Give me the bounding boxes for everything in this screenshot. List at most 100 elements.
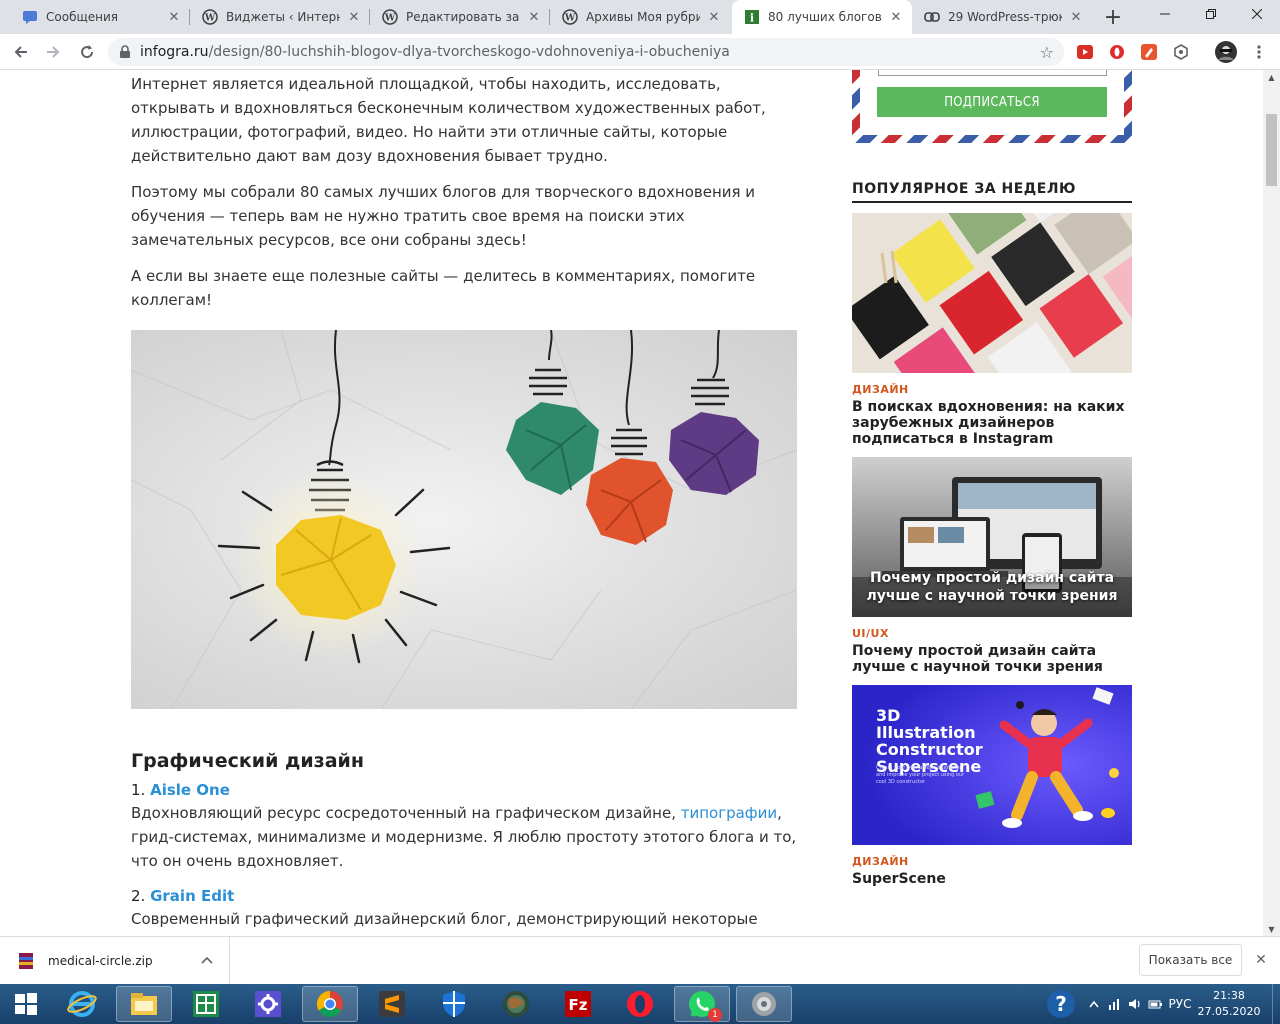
show-desktop-button[interactable]	[1272, 984, 1280, 1024]
minimize-button[interactable]	[1142, 0, 1188, 28]
card-1-title[interactable]: В поисках вдохновения: на каких зарубежн…	[852, 399, 1132, 447]
card-1-thumbnail[interactable]	[852, 213, 1132, 373]
tab-messages[interactable]: Сообщения ✕	[10, 0, 190, 34]
svg-text:W: W	[384, 14, 396, 24]
clock-date: 27.05.2020	[1197, 1005, 1261, 1018]
winrar-archive-icon	[18, 953, 34, 969]
address-bar[interactable]: infogra.ru/design/80-luchshih-blogov-dly…	[108, 38, 1064, 66]
tab-wordpress-tricks[interactable]: 29 WordPress-трюков ✕	[912, 0, 1092, 34]
close-icon[interactable]: ✕	[706, 9, 722, 25]
excel-icon[interactable]	[178, 986, 234, 1022]
internet-explorer-icon[interactable]	[54, 986, 110, 1022]
tab-edit-post[interactable]: W Редактировать запис ✕	[370, 0, 550, 34]
link-icon	[924, 9, 940, 25]
opera-icon[interactable]	[612, 986, 668, 1022]
card-3-title[interactable]: SuperScene	[852, 871, 1132, 887]
sublime-text-icon[interactable]	[364, 986, 420, 1022]
tab-label: Архивы Моя рубрика	[586, 10, 700, 24]
popular-card-2[interactable]: Почему простой дизайн сайта лучше с науч…	[852, 457, 1132, 675]
card-2-category[interactable]: UI/UX	[852, 627, 1132, 640]
tab-widgets[interactable]: W Виджеты ‹ Интернет ✕	[190, 0, 370, 34]
bookmark-star-icon[interactable]: ☆	[1040, 43, 1054, 62]
whatsapp-unread-badge: 1	[708, 1008, 722, 1022]
windows-start-button[interactable]	[0, 984, 52, 1024]
popular-card-3[interactable]: 3D Illustration Constructor Superscene C…	[852, 685, 1132, 887]
reload-button[interactable]	[74, 40, 100, 64]
speaker-app-icon[interactable]	[736, 986, 792, 1022]
settings-gear-icon[interactable]	[240, 986, 296, 1022]
scroll-up-arrow[interactable]: ▲	[1263, 70, 1280, 84]
close-icon[interactable]: ✕	[346, 9, 362, 25]
close-icon[interactable]: ✕	[1068, 9, 1084, 25]
restore-button[interactable]	[1188, 0, 1234, 28]
windows-defender-icon[interactable]	[426, 986, 482, 1022]
tray-expand-chevron-icon[interactable]	[1086, 984, 1102, 1024]
forward-button[interactable]	[40, 40, 66, 64]
chrome-icon[interactable]	[302, 986, 358, 1022]
battery-icon[interactable]	[1146, 984, 1164, 1024]
ext-red-play-icon[interactable]	[1076, 43, 1094, 61]
windows-taskbar: Fz 1 ? РУС 21:38 27.05.2020	[0, 984, 1280, 1024]
download-bar: medical-circle.zip Показать все ✕	[0, 936, 1280, 985]
scroll-down-arrow[interactable]: ▼	[1263, 922, 1280, 936]
article-content: Интернет является идеальной площадкой, ч…	[131, 70, 801, 936]
card-1-category[interactable]: ДИЗАЙН	[852, 383, 1132, 396]
close-download-bar-icon[interactable]: ✕	[1252, 951, 1270, 969]
tab-label: 80 лучших блогов дл	[768, 10, 882, 24]
tab-label: Виджеты ‹ Интернет	[226, 10, 340, 24]
file-explorer-icon[interactable]	[116, 986, 172, 1022]
card-3-thumbnail[interactable]: 3D Illustration Constructor Superscene C…	[852, 685, 1132, 845]
card-2-title[interactable]: Почему простой дизайн сайта лучше с науч…	[852, 643, 1132, 675]
ext-red-pen-icon[interactable]	[1140, 43, 1158, 61]
help-icon[interactable]: ?	[1042, 984, 1080, 1024]
volume-icon[interactable]	[1126, 984, 1144, 1024]
svg-text:?: ?	[1055, 992, 1067, 1016]
svg-text:W: W	[204, 14, 216, 24]
clock-time: 21:38	[1213, 989, 1245, 1002]
aisle-one-link[interactable]: Aisle One	[150, 781, 230, 799]
subscribe-button[interactable]: ПОДПИСАТЬСЯ	[877, 87, 1107, 117]
tab-archives[interactable]: W Архивы Моя рубрика ✕	[550, 0, 730, 34]
download-filename: medical-circle.zip	[48, 954, 153, 968]
show-all-downloads-button[interactable]: Показать все	[1139, 944, 1242, 976]
tab-label: Редактировать запис	[406, 10, 520, 24]
network-icon[interactable]	[1106, 984, 1124, 1024]
ext-hexagon-icon[interactable]	[1172, 43, 1190, 61]
menu-dots-icon[interactable]	[1250, 43, 1268, 61]
subscribe-email-input[interactable]	[878, 70, 1107, 76]
grain-edit-link[interactable]: Grain Edit	[150, 887, 234, 905]
wordpress-icon: W	[202, 9, 218, 25]
tab-80-blogs[interactable]: i 80 лучших блогов дл ✕	[732, 0, 912, 34]
whatsapp-icon[interactable]: 1	[674, 986, 730, 1022]
taskbar-clock[interactable]: 21:38 27.05.2020	[1196, 988, 1262, 1020]
download-item[interactable]: medical-circle.zip	[0, 937, 230, 985]
close-icon[interactable]: ✕	[526, 9, 542, 25]
close-icon[interactable]: ✕	[888, 9, 904, 25]
filezilla-icon[interactable]: Fz	[550, 986, 606, 1022]
scrollbar-thumb[interactable]	[1266, 114, 1277, 186]
window-close-button[interactable]	[1234, 0, 1280, 28]
intro-paragraph-2: Поэтому мы собрали 80 самых лучших блого…	[131, 183, 756, 249]
profile-avatar[interactable]	[1214, 40, 1238, 64]
typography-link[interactable]: типографии	[681, 804, 777, 822]
opera-ext-icon[interactable]	[1108, 43, 1126, 61]
subscribe-widget: ПОДПИСАТЬСЯ	[852, 70, 1132, 143]
wordpress-icon: W	[562, 9, 578, 25]
chevron-up-icon[interactable]	[201, 953, 213, 967]
blog-item-2-desc: Современный графический дизайнерский бло…	[131, 910, 758, 928]
card-3-category[interactable]: ДИЗАЙН	[852, 855, 1132, 868]
card-2-overlay-title[interactable]: Почему простой дизайн сайта лучше с науч…	[852, 569, 1132, 605]
tab-strip: Сообщения ✕ W Виджеты ‹ Интернет ✕ W Ред…	[0, 0, 1280, 34]
sidebar: ПОДПИСАТЬСЯ ПОПУЛЯРНОЕ ЗА НЕДЕЛЮ ДИЗАЙН …	[852, 70, 1132, 887]
new-tab-button[interactable]: +	[1100, 5, 1126, 30]
popular-card-1[interactable]: ДИЗАЙН В поисках вдохновения: на каких з…	[852, 213, 1132, 447]
game-globe-icon[interactable]	[488, 986, 544, 1022]
back-button[interactable]	[8, 40, 34, 64]
svg-text:Fz: Fz	[569, 996, 588, 1014]
card-2-thumbnail[interactable]: Почему простой дизайн сайта лучше с науч…	[852, 457, 1132, 617]
card-3-banner-subtitle: Create your own unique character and imp…	[876, 765, 965, 785]
close-icon[interactable]: ✕	[166, 9, 182, 25]
lock-icon	[118, 45, 132, 59]
keyboard-language[interactable]: РУС	[1164, 984, 1196, 1024]
page-scrollbar[interactable]: ▲ ▼	[1263, 70, 1280, 936]
